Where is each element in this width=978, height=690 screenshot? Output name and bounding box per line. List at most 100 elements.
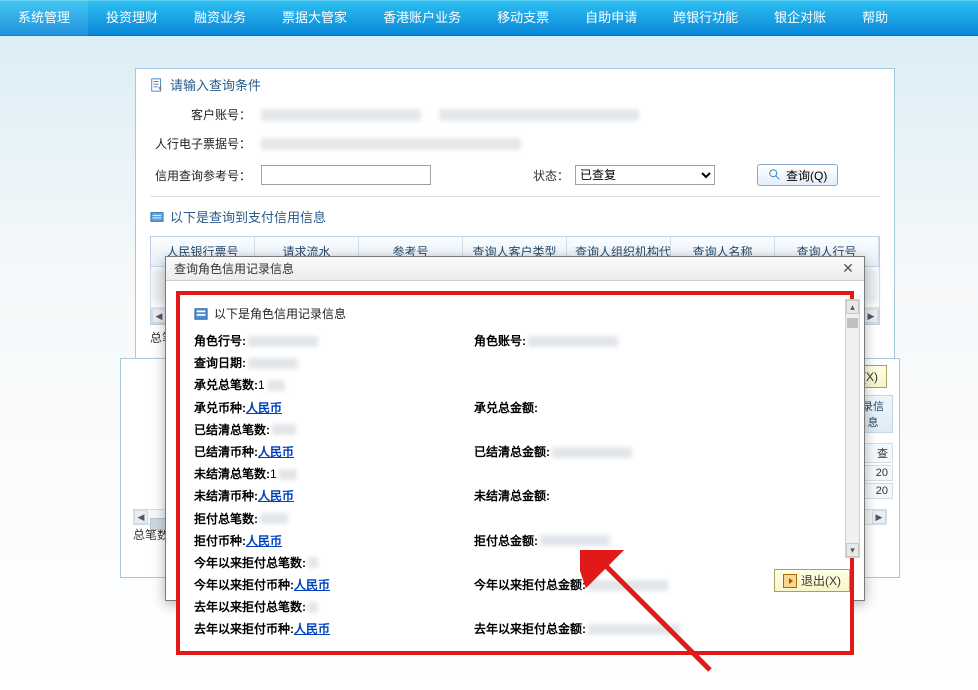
kv-row-6: 未结清总笔数:1 — [194, 463, 836, 485]
kv-right-label: 角色账号: — [474, 330, 526, 352]
kv-row-7: 未结清币种:人民币未结清总金额: — [194, 485, 836, 507]
redacted-value — [528, 336, 618, 347]
acct-value — [261, 109, 421, 121]
menu-item-3[interactable]: 票据大管家 — [264, 0, 365, 36]
form-icon — [150, 78, 164, 92]
kv-left-label: 角色行号: — [194, 330, 246, 352]
dialog-title: 查询角色信用记录信息 — [174, 260, 294, 277]
kv-row-2: 承兑总笔数:1 — [194, 374, 836, 396]
kv-left-label: 拒付总笔数: — [194, 508, 258, 530]
redacted-value — [540, 535, 610, 546]
redacted-value — [248, 336, 318, 347]
kv-left-value: 1 — [270, 463, 277, 485]
kv-row-5: 已结清币种:人民币 已结清总金额: — [194, 441, 836, 463]
form-heading: 请输入查询条件 — [170, 75, 261, 94]
highlight-frame: 以下是角色信用记录信息 角色行号:角色账号:查询日期:承兑总笔数:1承兑币种:人… — [176, 291, 854, 655]
kv-right-label: 去年以来拒付总金额: — [474, 618, 586, 640]
kv-left-label: 去年以来拒付总笔数: — [194, 596, 306, 618]
menu-item-1[interactable]: 投资理财 — [88, 0, 176, 36]
ebill-label: 人行电子票据号： — [150, 135, 255, 152]
kv-row-9: 拒付币种:人民币拒付总金额: — [194, 530, 836, 552]
kv-row-8: 拒付总笔数: — [194, 508, 836, 530]
redacted-value — [308, 557, 318, 568]
menu-item-5[interactable]: 移动支票 — [479, 0, 567, 36]
currency-link[interactable]: 人民币 — [258, 485, 294, 507]
redacted-value — [267, 380, 285, 391]
kv-left-label: 已结清总笔数: — [194, 419, 270, 441]
currency-link[interactable]: 人民币 — [294, 574, 330, 596]
menu-item-4[interactable]: 香港账户业务 — [365, 0, 479, 36]
dialog-exit-label: 退出(X) — [801, 572, 841, 589]
exit-icon — [783, 574, 797, 588]
scroll-left-icon[interactable]: ◀ — [152, 309, 166, 323]
status-label: 状态： — [533, 167, 569, 184]
menu-item-8[interactable]: 银企对账 — [756, 0, 844, 36]
kv-right-label: 今年以来拒付总金额: — [474, 574, 586, 596]
currency-link[interactable]: 人民币 — [258, 441, 294, 463]
redacted-value — [279, 469, 297, 480]
credit-ref-input[interactable] — [261, 165, 431, 185]
kv-row-12: 去年以来拒付总笔数: — [194, 596, 836, 618]
vscroll-thumb[interactable] — [847, 318, 858, 328]
kv-left-value: 1 — [258, 374, 265, 396]
query-button-label: 查询(Q) — [786, 167, 827, 184]
scroll-down-icon[interactable]: ▾ — [846, 543, 859, 557]
redacted-value — [308, 602, 318, 613]
redacted-value — [248, 358, 298, 369]
kv-row-4: 已结清总笔数: — [194, 419, 836, 441]
main-menu: 系统管理投资理财融资业务票据大管家香港账户业务移动支票自助申请跨银行功能银企对账… — [0, 0, 978, 36]
kv-right-label: 拒付总金额: — [474, 530, 538, 552]
kv-left-label: 已结清币种: — [194, 441, 258, 463]
kv-row-3: 承兑币种:人民币 承兑总金额: — [194, 397, 836, 419]
kv-row-10: 今年以来拒付总笔数: — [194, 552, 836, 574]
result-heading: 以下是查询到支付信用信息 — [170, 207, 326, 226]
kv-row-13: 去年以来拒付币种:人民币 去年以来拒付总金额: — [194, 618, 836, 640]
kv-row-11: 今年以来拒付币种:人民币 今年以来拒付总金额: — [194, 574, 836, 596]
acct-extra — [439, 109, 639, 121]
result-icon — [150, 210, 164, 224]
redacted-value — [260, 513, 288, 524]
kv-right-label: 未结清总金额: — [474, 485, 550, 507]
menu-item-9[interactable]: 帮助 — [844, 0, 906, 36]
credit-record-dialog: 查询角色信用记录信息 ✕ 以下是角色信用记录信息 角色行号: 角色账号: 查询日期:… — [165, 256, 865, 601]
divider — [150, 196, 880, 197]
close-icon[interactable]: ✕ — [840, 261, 856, 277]
kv-left-label: 承兑总笔数: — [194, 374, 258, 396]
kv-right-label: 承兑总金额: — [474, 397, 538, 419]
kv-left-label: 今年以来拒付总笔数: — [194, 552, 306, 574]
scroll-up-icon[interactable]: ▴ — [846, 300, 859, 314]
kv-row-0: 角色行号: 角色账号: — [194, 330, 836, 352]
record-icon — [194, 307, 208, 321]
menu-item-7[interactable]: 跨银行功能 — [655, 0, 756, 36]
scroll-right-icon[interactable]: ▶ — [872, 510, 886, 524]
dialog-vscrollbar[interactable]: ▴ ▾ — [845, 299, 860, 558]
currency-link[interactable]: 人民币 — [246, 530, 282, 552]
redacted-value — [272, 424, 296, 435]
search-icon — [768, 168, 782, 182]
status-select[interactable]: 已查复 — [575, 165, 715, 185]
dialog-exit-button[interactable]: 退出(X) — [774, 569, 850, 592]
acct-label: 客户账号： — [150, 106, 255, 123]
query-button[interactable]: 查询(Q) — [757, 164, 838, 186]
scroll-right-icon[interactable]: ▶ — [864, 309, 878, 323]
kv-left-label: 今年以来拒付币种: — [194, 574, 294, 596]
dialog-titlebar: 查询角色信用记录信息 ✕ — [166, 257, 864, 281]
menu-item-6[interactable]: 自助申请 — [567, 0, 655, 36]
currency-link[interactable]: 人民币 — [246, 397, 282, 419]
menu-item-2[interactable]: 融资业务 — [176, 0, 264, 36]
redacted-value — [552, 447, 632, 458]
kv-left-label: 查询日期: — [194, 352, 246, 374]
scroll-left-icon[interactable]: ◀ — [134, 510, 148, 524]
redacted-value — [588, 580, 668, 591]
kv-container: 角色行号:角色账号:查询日期:承兑总笔数:1承兑币种:人民币承兑总金额:已结清总… — [194, 330, 836, 641]
currency-link[interactable]: 人民币 — [294, 618, 330, 640]
kv-left-label: 承兑币种: — [194, 397, 246, 419]
kv-row-1: 查询日期: — [194, 352, 836, 374]
kv-left-label: 未结清总笔数: — [194, 463, 270, 485]
menu-item-0[interactable]: 系统管理 — [0, 0, 88, 36]
ebill-value — [261, 138, 521, 150]
credit-ref-label: 信用查询参考号： — [150, 167, 255, 184]
section-head: 以下是角色信用记录信息 — [214, 305, 346, 322]
kv-right-label: 已结清总金额: — [474, 441, 550, 463]
kv-left-label: 去年以来拒付币种: — [194, 618, 294, 640]
